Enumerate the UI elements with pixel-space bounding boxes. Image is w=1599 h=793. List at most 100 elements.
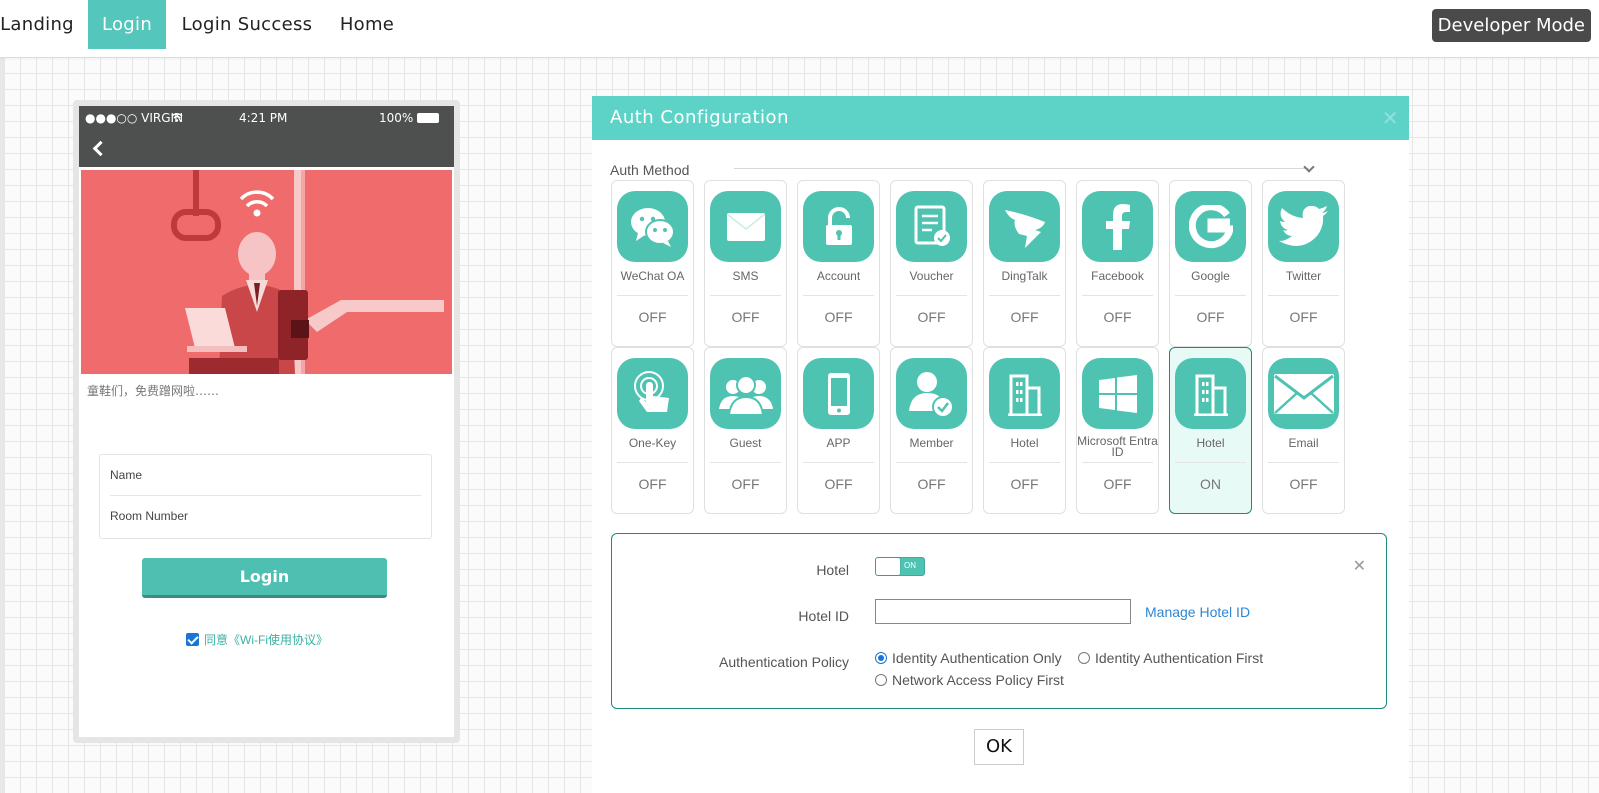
developer-mode-button[interactable]: Developer Mode bbox=[1431, 9, 1591, 42]
room-number-field[interactable]: Room Number bbox=[110, 495, 421, 535]
card-divider bbox=[617, 295, 688, 296]
agreement-row[interactable]: 同意《Wi-Fi使用协议》 bbox=[186, 631, 328, 648]
wechat-icon bbox=[617, 191, 688, 262]
card-status: OFF bbox=[1103, 309, 1132, 325]
back-icon[interactable] bbox=[92, 140, 109, 157]
member-icon bbox=[896, 358, 967, 429]
auth-card-hotel-active[interactable]: Hotel ON bbox=[1169, 347, 1252, 514]
card-divider bbox=[1268, 295, 1339, 296]
auth-card-account[interactable]: Account OFF bbox=[797, 180, 880, 347]
card-divider bbox=[1175, 295, 1246, 296]
card-divider bbox=[989, 295, 1060, 296]
email-icon bbox=[1268, 358, 1339, 429]
tab-login[interactable]: Login bbox=[88, 0, 166, 49]
card-divider bbox=[1082, 295, 1153, 296]
tab-login-success[interactable]: Login Success bbox=[180, 0, 314, 49]
card-status: OFF bbox=[1103, 476, 1132, 492]
card-label: Microsoft Entra ID bbox=[1077, 434, 1158, 459]
sms-icon bbox=[710, 191, 781, 262]
lock-icon bbox=[803, 191, 874, 262]
policy-label: Identity Authentication First bbox=[1095, 650, 1264, 666]
agreement-text[interactable]: 同意《Wi-Fi使用协议》 bbox=[204, 631, 328, 648]
top-navigation: Landing Login Login Success Home Develop… bbox=[0, 0, 1599, 57]
card-label: Member bbox=[909, 436, 954, 450]
google-icon bbox=[1175, 191, 1246, 262]
auth-card-member[interactable]: Member OFF bbox=[890, 347, 973, 514]
radio[interactable] bbox=[1078, 652, 1090, 664]
auth-card-microsoft-entra-id[interactable]: Microsoft Entra ID OFF bbox=[1076, 347, 1159, 514]
policy-identity-first[interactable]: Identity Authentication First bbox=[1078, 650, 1263, 666]
card-status: OFF bbox=[731, 309, 760, 325]
chevron-down-icon[interactable] bbox=[1303, 161, 1315, 173]
card-divider bbox=[803, 462, 874, 463]
tab-landing[interactable]: Landing bbox=[0, 0, 74, 49]
hotel-id-input[interactable] bbox=[875, 599, 1131, 624]
hotel-toggle[interactable]: ON bbox=[875, 557, 925, 576]
card-label: Facebook bbox=[1091, 269, 1144, 283]
auth-card-twitter[interactable]: Twitter OFF bbox=[1262, 180, 1345, 347]
agreement-checkbox[interactable] bbox=[186, 633, 199, 646]
policy-label: Network Access Policy First bbox=[892, 672, 1064, 688]
phone-app-bar bbox=[79, 130, 454, 167]
card-label: Google bbox=[1191, 269, 1230, 283]
tagline-text: 童鞋们，免费蹭网啦…… bbox=[87, 384, 220, 398]
auth-card-facebook[interactable]: Facebook OFF bbox=[1076, 180, 1159, 347]
policy-label: Identity Authentication Only bbox=[892, 650, 1062, 666]
banner-illustration bbox=[81, 170, 452, 374]
battery-icon bbox=[417, 113, 439, 123]
card-divider bbox=[1175, 462, 1246, 463]
tab-home[interactable]: Home bbox=[334, 0, 400, 49]
card-label: Twitter bbox=[1285, 269, 1322, 283]
ok-button[interactable]: OK bbox=[974, 729, 1024, 765]
close-icon[interactable]: ✕ bbox=[1353, 556, 1366, 576]
auth-card-wechat-oa[interactable]: WeChat OA OFF bbox=[611, 180, 694, 347]
toggle-knob bbox=[876, 558, 900, 575]
card-divider bbox=[989, 462, 1060, 463]
phone-status-bar: ●●●○○ VIRGIN 4:21 PM 100% bbox=[79, 106, 454, 130]
dingtalk-icon bbox=[989, 191, 1060, 262]
login-button[interactable]: Login bbox=[142, 558, 387, 598]
radio-selected[interactable] bbox=[875, 652, 887, 664]
radio[interactable] bbox=[875, 674, 887, 686]
hotel-label: Hotel bbox=[816, 562, 849, 578]
manage-hotel-id-link[interactable]: Manage Hotel ID bbox=[1145, 604, 1250, 620]
auth-card-one-key[interactable]: One-Key OFF bbox=[611, 347, 694, 514]
auth-configuration-panel: Auth Configuration ✕ Auth Method WeChat … bbox=[592, 96, 1409, 793]
auth-card-dingtalk[interactable]: DingTalk OFF bbox=[983, 180, 1066, 347]
auth-card-voucher[interactable]: Voucher OFF bbox=[890, 180, 973, 347]
card-label: Email bbox=[1288, 436, 1319, 450]
card-label: SMS bbox=[732, 269, 759, 283]
card-status: OFF bbox=[731, 476, 760, 492]
card-divider bbox=[803, 295, 874, 296]
card-status: OFF bbox=[1196, 309, 1225, 325]
policy-network-first[interactable]: Network Access Policy First bbox=[875, 672, 1064, 688]
windows-icon bbox=[1082, 358, 1153, 429]
auth-card-email[interactable]: Email OFF bbox=[1262, 347, 1345, 514]
card-status: OFF bbox=[1010, 309, 1039, 325]
auth-method-label: Auth Method bbox=[610, 162, 690, 178]
card-status: OFF bbox=[824, 476, 853, 492]
card-status: OFF bbox=[1289, 309, 1318, 325]
phone-preview: ●●●○○ VIRGIN 4:21 PM 100% 童鞋们，免费蹭网啦…… Na… bbox=[73, 100, 460, 743]
auth-card-hotel[interactable]: Hotel OFF bbox=[983, 347, 1066, 514]
auth-card-guest[interactable]: Guest OFF bbox=[704, 347, 787, 514]
name-field[interactable]: Name bbox=[110, 455, 421, 495]
card-status: OFF bbox=[1010, 476, 1039, 492]
card-status: OFF bbox=[638, 476, 667, 492]
card-label: Guest bbox=[729, 436, 762, 450]
close-icon[interactable]: ✕ bbox=[1382, 96, 1399, 140]
card-divider bbox=[1268, 462, 1339, 463]
facebook-icon bbox=[1082, 191, 1153, 262]
policy-identity-only[interactable]: Identity Authentication Only bbox=[875, 650, 1062, 666]
card-label: WeChat OA bbox=[620, 269, 685, 283]
card-label: Hotel bbox=[1010, 436, 1039, 450]
auth-card-app[interactable]: APP OFF bbox=[797, 347, 880, 514]
auth-card-sms[interactable]: SMS OFF bbox=[704, 180, 787, 347]
hotel-config-box: Hotel ON ✕ Hotel ID Manage Hotel ID Auth… bbox=[611, 533, 1387, 709]
one-key-icon bbox=[617, 358, 688, 429]
card-divider bbox=[896, 462, 967, 463]
card-status: OFF bbox=[917, 309, 946, 325]
auth-card-google[interactable]: Google OFF bbox=[1169, 180, 1252, 347]
card-divider bbox=[617, 462, 688, 463]
login-form: Name Room Number bbox=[99, 454, 432, 539]
